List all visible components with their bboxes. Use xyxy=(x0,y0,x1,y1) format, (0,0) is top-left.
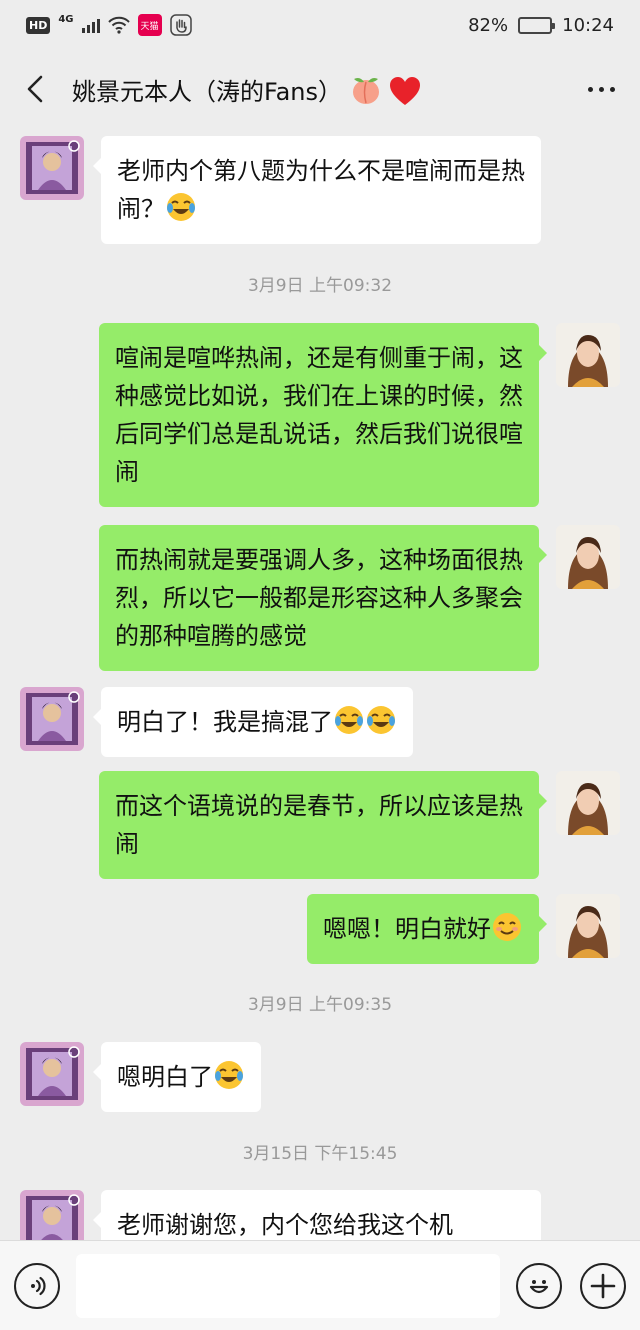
chat-title-text: 姚景元本人（涛的Fans） xyxy=(72,77,343,106)
message-text: 嗯明白了 xyxy=(117,1063,213,1091)
my-avatar[interactable] xyxy=(556,894,620,958)
more-options-button[interactable] xyxy=(583,77,620,102)
hand-icon xyxy=(169,14,192,36)
contact-avatar[interactable] xyxy=(20,136,84,200)
message-text: 喧闹是喧哗热闹，还是有侧重于闹，这种感觉比如说，我们在上课的时候，然后同学们总是… xyxy=(115,344,523,486)
battery-icon xyxy=(518,16,556,34)
chat-header: 姚景元本人（涛的Fans） xyxy=(0,50,640,128)
message-bubble[interactable]: 嗯明白了 xyxy=(93,1042,261,1112)
smiling-blush-emoji-icon xyxy=(493,913,521,941)
status-bar: HD 4G 天猫 82% 10:24 xyxy=(0,0,640,50)
my-avatar[interactable] xyxy=(556,525,620,589)
tears-of-joy-emoji-icon xyxy=(335,706,363,734)
contact-avatar[interactable] xyxy=(20,1190,84,1240)
clock: 10:24 xyxy=(562,14,614,36)
my-avatar[interactable] xyxy=(556,771,620,835)
hd-badge: HD xyxy=(26,16,51,34)
tears-of-joy-emoji-icon xyxy=(367,706,395,734)
dot-icon xyxy=(610,86,615,92)
message-bubble[interactable]: 而热闹就是要强调人多，这种场面很热烈，所以它一般都是形容这种人多聚会的那种喧腾的… xyxy=(99,525,547,671)
back-button[interactable] xyxy=(20,69,50,109)
timestamp: 3月9日 上午09:35 xyxy=(247,995,393,1015)
contact-avatar[interactable] xyxy=(20,1042,84,1106)
chat-title: 姚景元本人（涛的Fans） xyxy=(72,72,421,107)
message-text: 明白了！我是搞混了 xyxy=(117,708,333,736)
emoji-face-icon xyxy=(529,1279,549,1293)
message-bubble[interactable]: 明白了！我是搞混了 xyxy=(93,687,413,757)
message-text: 嗯嗯！明白就好 xyxy=(323,915,491,943)
voice-icon xyxy=(31,1276,46,1295)
message-bubble[interactable]: 而这个语境说的是春节，所以应该是热闹 xyxy=(99,771,547,879)
voice-button[interactable] xyxy=(14,1262,60,1309)
contact-avatar[interactable] xyxy=(20,687,84,751)
message-bubble[interactable]: 老师谢谢您，内个您给我这个机 xyxy=(93,1190,541,1240)
red-heart-emoji-icon xyxy=(390,76,421,105)
tears-of-joy-emoji-icon xyxy=(167,193,195,221)
message-bubble[interactable]: 嗯嗯！明白就好 xyxy=(307,894,547,964)
tears-of-joy-emoji-icon xyxy=(215,1061,243,1089)
dot-icon xyxy=(588,86,593,92)
chevron-left-icon xyxy=(27,75,43,103)
timestamp: 3月9日 上午09:32 xyxy=(247,276,393,296)
network-type: 4G xyxy=(58,13,74,25)
wifi-icon xyxy=(107,16,130,34)
message-bubble[interactable]: 喧闹是喧哗热闹，还是有侧重于闹，这种感觉比如说，我们在上课的时候，然后同学们总是… xyxy=(99,323,547,507)
plus-icon xyxy=(590,1273,616,1298)
emoji-button[interactable] xyxy=(516,1262,562,1309)
timestamp: 3月15日 下午15:45 xyxy=(242,1144,398,1164)
battery-percent: 82% xyxy=(468,14,509,36)
message-text: 而这个语境说的是春节，所以应该是热闹 xyxy=(115,792,523,858)
peach-emoji-icon xyxy=(352,77,379,104)
tmall-app-icon: 天猫 xyxy=(137,14,162,36)
dot-icon xyxy=(599,86,604,92)
my-avatar[interactable] xyxy=(556,323,620,387)
signal-icon xyxy=(81,17,100,33)
message-text: 而热闹就是要强调人多，这种场面很热烈，所以它一般都是形容这种人多聚会的那种喧腾的… xyxy=(115,546,523,650)
message-input[interactable] xyxy=(76,1253,500,1318)
plus-button[interactable] xyxy=(580,1262,626,1309)
input-bar xyxy=(0,1240,640,1330)
chat-messages[interactable]: 老师内个第八题为什么不是喧闹而是热闹？ 3月9日 上午09:32 喧闹是喧哗热闹… xyxy=(0,128,640,1240)
message-text: 老师谢谢您，内个您给我这个机 xyxy=(117,1211,453,1239)
message-bubble[interactable]: 老师内个第八题为什么不是喧闹而是热闹？ xyxy=(93,136,541,244)
